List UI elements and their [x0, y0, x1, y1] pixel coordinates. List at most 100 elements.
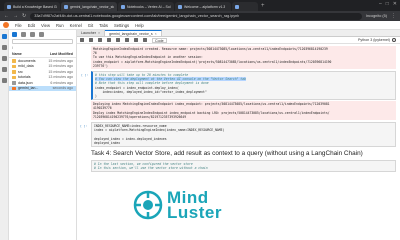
- favicon-icon: [64, 4, 68, 9]
- json-file-icon: [12, 81, 16, 85]
- kebab-menu-icon[interactable]: ⋮: [391, 13, 396, 19]
- file-modified: seconds ago: [52, 86, 73, 91]
- cell-prompt: [ ]:: [80, 124, 88, 129]
- save-icon[interactable]: [80, 38, 84, 42]
- notebook-toolbar: Code Python 3 (ipykernel): [77, 37, 400, 44]
- file-modified: 6 minutes ago: [50, 80, 73, 85]
- menu-tabs[interactable]: Tabs: [99, 23, 108, 28]
- file-row[interactable]: src 15 minutes ago: [9, 69, 76, 75]
- menu-help[interactable]: Help: [135, 23, 144, 28]
- browser-tab[interactable]: Notebooks – Vertex AI – Sol: [118, 2, 174, 11]
- add-cell-icon[interactable]: [89, 38, 93, 42]
- file-row[interactable]: tutorials 13 minutes ago: [9, 75, 76, 81]
- file-row[interactable]: data.json 6 minutes ago: [9, 80, 76, 86]
- folder-icon: [12, 75, 16, 79]
- menu-git[interactable]: Git: [88, 23, 93, 28]
- cut-icon[interactable]: [98, 38, 102, 42]
- file-name: mild_data: [18, 64, 34, 69]
- markdown-heading: Task 4: Search Vector Store, add result …: [91, 150, 363, 158]
- file-name: documents: [18, 58, 36, 63]
- browser-tab[interactable]: Welcome – aiplatform v1.3: [175, 2, 231, 11]
- column-modified-header[interactable]: Last Modified: [50, 52, 73, 56]
- kernel-status[interactable]: Python 3 (ipykernel): [358, 38, 396, 42]
- menu-run[interactable]: Run: [56, 23, 64, 28]
- kernel-name: Python 3 (ipykernel): [358, 38, 390, 42]
- code-cell[interactable]: [ ]: INDEX_RESOURCE_NAME=index.resource_…: [80, 122, 396, 148]
- browser-tab[interactable]: [232, 2, 258, 11]
- watermark-line2: Luster: [167, 203, 222, 222]
- browser-tab-title: Build a Knowledge Based Gh: [13, 4, 57, 9]
- mind-luster-logo-icon: [133, 190, 163, 220]
- file-browser-icon[interactable]: [1, 34, 7, 39]
- code-line: # Note that this step will complete befo…: [95, 81, 209, 86]
- tab-label: gemini_langchain_vector_s: [109, 31, 153, 36]
- folder-icon: [12, 64, 16, 68]
- copy-icon[interactable]: [107, 38, 111, 42]
- menu-view[interactable]: View: [41, 23, 50, 28]
- new-launcher-icon[interactable]: [12, 31, 17, 37]
- favicon-icon: [178, 4, 182, 9]
- running-kernels-icon[interactable]: [1, 45, 7, 50]
- menu-file[interactable]: File: [15, 23, 22, 28]
- window-controls: – □ ✕: [379, 1, 397, 7]
- reload-icon[interactable]: ↻: [22, 13, 26, 19]
- code-cell[interactable]: # In the last section, we configured the…: [91, 159, 396, 172]
- new-tab-icon[interactable]: +: [261, 2, 265, 11]
- mind-luster-watermark: Mind Luster: [133, 189, 222, 222]
- tab-label: Launcher: [81, 31, 96, 35]
- menu-settings[interactable]: Settings: [114, 23, 129, 28]
- cell-prompt: [ ]:: [81, 73, 89, 78]
- kernel-idle-icon: [392, 38, 396, 42]
- main-work-area: Launcher × gemini_langchain_vector_s × Cod…: [77, 30, 400, 240]
- file-name: data.json: [18, 80, 33, 85]
- maximize-icon[interactable]: □: [386, 1, 389, 7]
- new-folder-icon[interactable]: [21, 31, 26, 37]
- cell-output: MatchingEngineIndexEndpoint created. Res…: [91, 46, 396, 70]
- code-cell[interactable]: [ ]: # this step will take up to 20 minu…: [81, 71, 396, 101]
- notebook-cells: MatchingEngineIndexEndpoint created. Res…: [77, 45, 400, 240]
- browser-tab[interactable]: Build a Knowledge Based Gh: [4, 2, 60, 11]
- url-field[interactable]: 33a7d9f87c2af44b-dot-us-central1.noteboo…: [30, 12, 362, 20]
- incognito-badge[interactable]: Incognito (5): [366, 14, 387, 18]
- file-modified: 15 minutes ago: [48, 64, 73, 69]
- tab-launcher[interactable]: Launcher ×: [77, 30, 106, 36]
- file-filter-input[interactable]: [12, 39, 73, 44]
- minimize-icon[interactable]: –: [379, 1, 382, 7]
- stop-icon[interactable]: [134, 38, 138, 42]
- close-tab-icon[interactable]: ×: [155, 32, 157, 36]
- run-icon[interactable]: [125, 38, 129, 42]
- file-modified: 13 minutes ago: [48, 75, 73, 80]
- file-row[interactable]: mild_data 15 minutes ago: [9, 64, 76, 70]
- menu-edit[interactable]: Edit: [28, 23, 35, 28]
- forward-icon[interactable]: →: [13, 13, 18, 19]
- back-icon[interactable]: ←: [4, 13, 9, 19]
- cell-output: Deploying index MatchingEngineIndexEndpo…: [91, 101, 396, 121]
- close-icon[interactable]: ✕: [393, 1, 397, 7]
- watermark-text: Mind Luster: [167, 189, 222, 222]
- upload-icon[interactable]: [30, 31, 35, 37]
- file-modified: 15 minutes ago: [48, 69, 73, 74]
- browser-tab-title: gemini_langchain_vector_sto: [70, 4, 114, 9]
- notebook-icon: [12, 86, 16, 90]
- git-icon[interactable]: [1, 56, 7, 61]
- restart-icon[interactable]: [143, 38, 147, 42]
- browser-tab-title: Welcome – aiplatform v1.3: [184, 4, 226, 9]
- cell-type-select[interactable]: Code: [152, 37, 167, 43]
- favicon-icon: [235, 4, 239, 9]
- file-row-selected[interactable]: gemini_lan... seconds ago: [9, 85, 76, 91]
- code-line: deployed_index: [94, 140, 121, 145]
- file-row[interactable]: documents 15 minutes ago: [9, 58, 76, 64]
- menu-kernel[interactable]: Kernel: [70, 23, 82, 28]
- close-tab-icon[interactable]: ×: [98, 31, 100, 35]
- jupyter-logo-icon: [3, 22, 9, 28]
- extensions-icon[interactable]: [1, 78, 7, 83]
- table-of-contents-icon[interactable]: [1, 67, 7, 72]
- tab-notebook[interactable]: gemini_langchain_vector_s ×: [105, 30, 162, 36]
- refresh-icon[interactable]: [39, 31, 44, 37]
- paste-icon[interactable]: [116, 38, 120, 42]
- column-name-header[interactable]: Name: [12, 52, 22, 56]
- browser-tab-strip: Build a Knowledge Based Gh gemini_langch…: [0, 0, 400, 11]
- browser-tab-active[interactable]: gemini_langchain_vector_sto: [61, 2, 117, 11]
- url-text: 33a7d9f87c2af44b-dot-us-central1.noteboo…: [34, 14, 240, 18]
- file-name: gemini_lan...: [18, 86, 39, 91]
